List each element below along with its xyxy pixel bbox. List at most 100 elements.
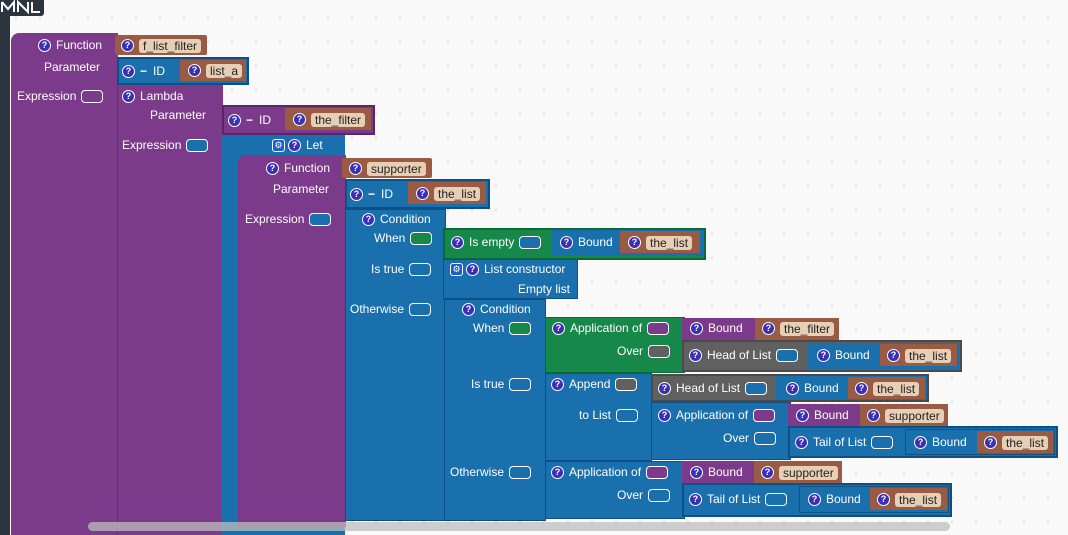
minus-icon[interactable]: − (140, 64, 147, 78)
when-socket[interactable] (509, 322, 532, 336)
question-icon[interactable]: ? (762, 322, 775, 336)
tail-of-list-label: Tail of List (813, 435, 867, 449)
is-empty-socket[interactable] (519, 236, 542, 250)
question-icon[interactable]: ? (628, 236, 641, 250)
question-icon[interactable]: ? (188, 64, 201, 78)
question-icon[interactable]: ? (293, 113, 306, 127)
question-icon[interactable]: ? (38, 39, 51, 53)
function-block[interactable] (11, 33, 118, 535)
bound-name-field[interactable]: supporter (779, 465, 838, 480)
question-icon[interactable]: ? (855, 382, 868, 396)
to-list-socket[interactable] (616, 409, 639, 423)
question-icon[interactable]: ? (658, 382, 671, 396)
id-name-field[interactable]: the_list (434, 186, 481, 201)
question-icon[interactable]: ? (350, 188, 363, 202)
question-icon[interactable]: ? (817, 349, 830, 363)
question-icon[interactable]: ? (690, 466, 703, 480)
question-icon[interactable]: ? (914, 436, 927, 450)
otherwise-socket[interactable] (409, 303, 432, 317)
id-label: ID (259, 113, 272, 127)
question-icon[interactable]: ? (690, 322, 703, 336)
id-name-row: ? list_a (188, 63, 243, 78)
when-socket[interactable] (410, 232, 433, 246)
question-icon[interactable]: ? (416, 187, 429, 201)
question-icon[interactable]: ? (122, 90, 135, 104)
is-true-socket[interactable] (509, 378, 532, 392)
question-icon[interactable]: ? (451, 236, 464, 250)
question-icon[interactable]: ? (228, 114, 241, 128)
tail-socket[interactable] (871, 436, 894, 450)
question-icon[interactable]: ? (984, 436, 997, 450)
question-icon[interactable]: ? (466, 263, 479, 277)
id-row: ? − ID (122, 64, 166, 79)
head-socket[interactable] (745, 382, 768, 396)
function-name-field[interactable]: supporter (367, 161, 426, 176)
lambda-label: Lambda (140, 89, 184, 103)
question-icon[interactable]: ? (266, 162, 279, 176)
question-icon[interactable]: ? (689, 349, 702, 363)
id-name-field[interactable]: list_a (206, 63, 243, 78)
lambda-block[interactable] (117, 85, 223, 535)
head-socket[interactable] (776, 349, 799, 363)
id-name-field[interactable]: the_filter (311, 112, 366, 127)
over-row-2: Over (723, 431, 777, 446)
over-socket[interactable] (648, 489, 671, 503)
is-true-label: Is true (371, 262, 405, 276)
otherwise-label: Otherwise (350, 302, 405, 316)
bound-name-field[interactable]: the_list (873, 381, 920, 396)
question-icon[interactable]: ? (552, 322, 565, 336)
expression-socket[interactable] (309, 213, 332, 227)
bound-label: Bound (835, 348, 870, 362)
question-icon[interactable]: ? (288, 139, 301, 153)
bound-name-field[interactable]: the_list (895, 492, 942, 507)
application-label: Application of (569, 465, 642, 479)
gear-icon[interactable]: ⚙ (272, 139, 285, 153)
question-icon[interactable]: ? (122, 65, 135, 79)
application-socket[interactable] (647, 322, 670, 336)
question-icon[interactable]: ? (560, 236, 573, 250)
question-icon[interactable]: ? (462, 303, 475, 317)
question-icon[interactable]: ? (689, 493, 702, 507)
append-socket[interactable] (615, 378, 638, 392)
function-name-field[interactable]: f_list_filter (139, 38, 202, 53)
question-icon[interactable]: ? (761, 466, 774, 480)
is-true-socket[interactable] (409, 263, 432, 277)
lambda-parameter-label: Parameter (150, 108, 207, 122)
condition-label: Condition (380, 212, 431, 226)
question-icon[interactable]: ? (362, 213, 375, 227)
question-icon[interactable]: ? (658, 409, 671, 423)
over-socket[interactable] (648, 345, 671, 359)
question-icon[interactable]: ? (349, 162, 362, 176)
application-socket[interactable] (646, 466, 669, 480)
expression-socket[interactable] (81, 90, 104, 104)
id-label: ID (153, 64, 166, 78)
question-icon[interactable]: ? (121, 39, 134, 53)
question-icon[interactable]: ? (795, 436, 808, 450)
bound-name-field[interactable]: the_list (646, 235, 693, 250)
gear-icon[interactable]: ⚙ (450, 263, 463, 277)
over-socket[interactable] (754, 432, 777, 446)
question-icon[interactable]: ? (551, 466, 564, 480)
id-the-list-row: ? − ID (350, 187, 393, 202)
tail-socket[interactable] (765, 493, 788, 507)
application-socket[interactable] (753, 409, 776, 423)
question-icon[interactable]: ? (877, 493, 890, 507)
expression-socket[interactable] (186, 139, 209, 153)
question-icon[interactable]: ? (796, 409, 809, 423)
question-icon[interactable]: ? (786, 382, 799, 396)
horizontal-scrollbar[interactable] (88, 522, 950, 531)
minus-icon[interactable]: − (246, 113, 253, 127)
bound-name-field[interactable]: the_filter (780, 321, 835, 336)
bound-label: Bound (708, 321, 743, 335)
question-icon[interactable]: ? (551, 378, 564, 392)
question-icon[interactable]: ? (867, 409, 880, 423)
inner-function-block[interactable] (238, 155, 346, 527)
question-icon[interactable]: ? (808, 493, 821, 507)
bound-name-field[interactable]: the_list (1002, 435, 1049, 450)
condition-block[interactable] (345, 209, 446, 521)
question-icon[interactable]: ? (887, 349, 900, 363)
bound-name-field[interactable]: the_list (905, 348, 952, 363)
minus-icon[interactable]: − (368, 187, 375, 201)
bound-name-field[interactable]: supporter (885, 408, 944, 423)
otherwise-socket[interactable] (509, 466, 532, 480)
